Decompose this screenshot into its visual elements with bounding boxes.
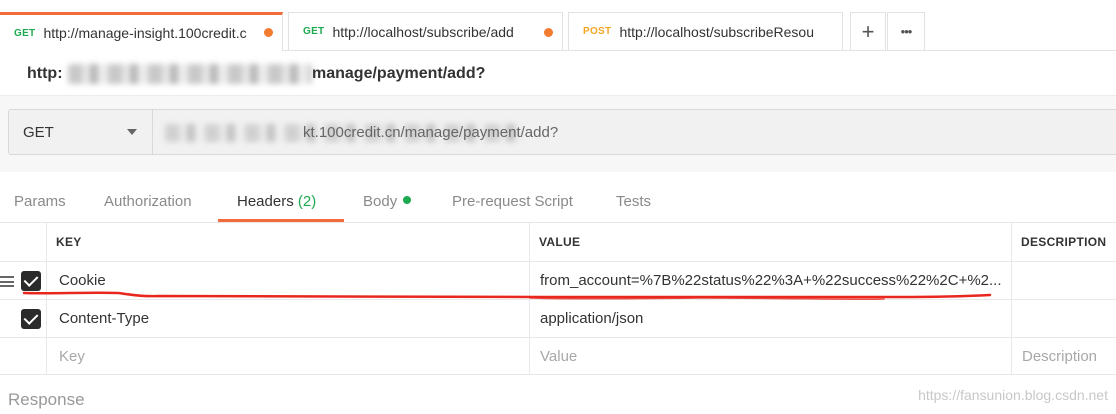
request-name-prefix: http:: [27, 65, 63, 82]
tab-tests[interactable]: Tests: [616, 193, 651, 210]
chevron-down-icon: [127, 129, 137, 135]
tab-method-badge: GET: [14, 27, 36, 39]
tab-authorization[interactable]: Authorization: [104, 193, 192, 210]
tab-method-badge: POST: [583, 26, 612, 37]
new-description-placeholder: Description: [1022, 347, 1098, 365]
method-select-value: GET: [23, 123, 54, 141]
row-checkbox-cell: [0, 262, 46, 299]
url-bar: GET kt.100credit.cn/manage/payment/add?: [0, 96, 1116, 172]
row-enabled-checkbox[interactable]: [21, 309, 41, 329]
header-value-cell[interactable]: from_account=%7B%22status%22%3A+%22succe…: [529, 262, 1011, 299]
header-key-cell[interactable]: Cookie: [46, 262, 529, 299]
new-value-input[interactable]: Value: [529, 338, 1011, 374]
tab-headers[interactable]: Headers (2): [237, 193, 316, 210]
row-checkbox-cell: [0, 338, 46, 374]
column-header-value: VALUE: [529, 223, 1011, 261]
new-value-placeholder: Value: [540, 347, 578, 365]
column-header-key: KEY: [46, 223, 529, 261]
more-tabs-button[interactable]: •••: [887, 12, 925, 50]
response-section-label[interactable]: Response: [8, 390, 85, 410]
unsaved-dot-icon: [544, 28, 553, 37]
new-description-input[interactable]: Description: [1011, 338, 1116, 374]
tab-url: http://manage-insight.100credit.c: [43, 25, 247, 41]
request-name-bar: http: manage/payment/add?: [0, 51, 1116, 96]
more-icon: •••: [900, 24, 913, 39]
tab-url: http://localhost/subscribeResou: [619, 23, 814, 40]
headers-count-badge: (2): [297, 193, 317, 210]
table-header-row: KEY VALUE DESCRIPTION: [0, 223, 1116, 262]
header-description-cell[interactable]: [1011, 300, 1116, 337]
unsaved-dot-icon: [264, 28, 273, 37]
request-name-suffix: manage/payment/add?: [312, 65, 486, 82]
tab-body[interactable]: Body: [363, 193, 412, 210]
drag-handle-icon[interactable]: [0, 276, 14, 287]
table-row-new: Key Value Description: [0, 338, 1116, 375]
header-value: application/json: [540, 310, 644, 327]
tab-headers-label: Headers: [237, 193, 294, 210]
column-header-description: DESCRIPTION: [1011, 223, 1116, 261]
plus-icon: +: [861, 18, 875, 44]
table-row: Content-Type application/json: [0, 300, 1116, 338]
header-value: from_account=%7B%22status%22%3A+%22succe…: [540, 272, 1002, 289]
tab-url: http://localhost/subscribe/add: [332, 23, 514, 40]
new-key-placeholder: Key: [59, 347, 85, 365]
watermark: https://fansunion.blog.csdn.net: [918, 387, 1108, 403]
method-select[interactable]: GET: [8, 109, 153, 155]
header-key: Cookie: [59, 272, 106, 289]
body-indicator-dot-icon: [403, 196, 412, 204]
request-tab-bar: GET http://manage-insight.100credit.c GE…: [0, 0, 1116, 51]
url-input[interactable]: kt.100credit.cn/manage/payment/add?: [153, 109, 1116, 155]
request-section-tabs: Params Authorization Headers (2) Body Pr…: [0, 172, 1116, 223]
new-key-input[interactable]: Key: [46, 338, 529, 374]
request-tab-2[interactable]: GET http://localhost/subscribe/add: [288, 12, 563, 50]
header-description-cell[interactable]: [1011, 262, 1116, 299]
header-key-cell[interactable]: Content-Type: [46, 300, 529, 337]
redacted-region: [68, 64, 312, 84]
request-tab-1[interactable]: GET http://manage-insight.100credit.c: [0, 12, 283, 51]
request-tab-3[interactable]: POST http://localhost/subscribeResou: [568, 12, 843, 50]
url-input-value: kt.100credit.cn/manage/payment/add?: [303, 124, 559, 141]
new-tab-button[interactable]: +: [850, 12, 886, 50]
header-value-cell[interactable]: application/json: [529, 300, 1011, 337]
tab-params[interactable]: Params: [14, 193, 66, 210]
tab-prerequest-script[interactable]: Pre-request Script: [452, 193, 573, 210]
row-enabled-checkbox[interactable]: [21, 271, 41, 291]
header-checkbox-column: [0, 223, 46, 261]
tab-method-badge: GET: [303, 26, 325, 37]
tab-body-label: Body: [363, 193, 398, 210]
active-tab-indicator: [218, 219, 344, 222]
header-key: Content-Type: [59, 310, 150, 327]
row-checkbox-cell: [0, 300, 46, 337]
table-row: Cookie from_account=%7B%22status%22%3A+%…: [0, 262, 1116, 300]
